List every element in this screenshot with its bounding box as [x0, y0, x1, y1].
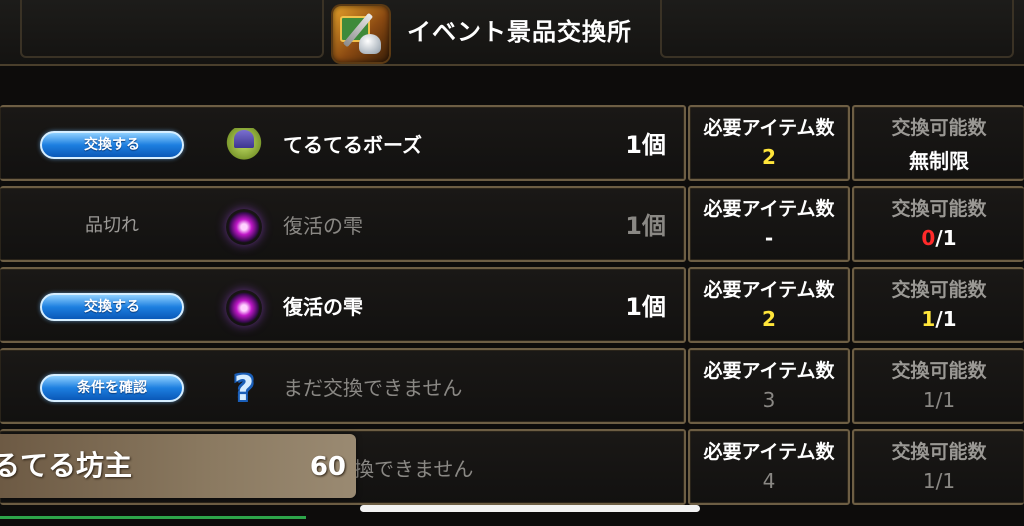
exchange-row: 品切れ 復活の雫 1個 必要アイテム数 - 交換可能数 0/1	[0, 186, 1024, 262]
item-name: てるてるボーズ	[283, 133, 422, 157]
owned-item-popup: るてる坊主 60	[0, 434, 356, 498]
exchange-limit-value: 無制限	[909, 149, 969, 173]
home-indicator[interactable]	[360, 505, 700, 512]
item-name: 復活の雫	[283, 214, 363, 238]
required-items-cell: 必要アイテム数 -	[688, 186, 850, 262]
exchange-limit-cell: 交換可能数 無制限	[852, 105, 1024, 181]
header-frame-left	[20, 0, 324, 58]
teru-teru-bozu-icon	[226, 128, 262, 164]
item-name: 換できません	[354, 457, 474, 481]
revival-drop-icon	[226, 290, 262, 326]
required-items-label: 必要アイテム数	[703, 198, 835, 220]
owned-item-count: 60	[309, 452, 346, 482]
exchange-limit-cell: 交換可能数 0/1	[852, 186, 1024, 262]
required-items-value: 3	[762, 388, 776, 412]
exchange-used-count: 1	[921, 307, 936, 331]
item-name: 復活の雫	[283, 295, 363, 319]
required-items-cell: 必要アイテム数 4	[688, 429, 850, 505]
item-quantity: 1個	[625, 131, 666, 159]
required-items-label: 必要アイテム数	[703, 117, 835, 139]
exchange-limit-value: 1/1	[922, 388, 956, 412]
exchange-limit-label: 交換可能数	[891, 117, 987, 139]
exchange-row: 交換する てるてるボーズ 1個 必要アイテム数 2 交換可能数 無制限	[0, 105, 1024, 181]
required-items-cell: 必要アイテム数 3	[688, 348, 850, 424]
exchange-limit-cell: 交換可能数 1/1	[852, 429, 1024, 505]
header-frame-right	[660, 0, 1014, 58]
exchange-limit-value: 1/1	[854, 307, 1024, 331]
owned-item-name: るてる坊主	[0, 449, 133, 482]
required-items-label: 必要アイテム数	[703, 441, 835, 463]
exchange-limit-label: 交換可能数	[891, 198, 987, 220]
exchange-limit-value: 0/1	[854, 226, 1024, 250]
required-items-cell: 必要アイテム数 2	[688, 267, 850, 343]
exchange-total-count: /1	[935, 226, 957, 250]
exchange-used-count: 0	[921, 226, 936, 250]
required-items-value: 4	[762, 469, 776, 493]
sold-out-label: 品切れ	[85, 215, 139, 236]
required-items-cell: 必要アイテム数 2	[688, 105, 850, 181]
event-shop-icon	[333, 6, 389, 62]
exchange-limit-label: 交換可能数	[891, 279, 987, 301]
exchange-limit-value: 1/1	[922, 469, 956, 493]
page-title: イベント景品交換所	[407, 18, 632, 46]
item-cell: 条件を確認 ? まだ交換できません	[0, 348, 686, 424]
helmet-icon	[359, 34, 381, 54]
exchange-row: 交換する 復活の雫 1個 必要アイテム数 2 交換可能数 1/1	[0, 267, 1024, 343]
required-items-value: 2	[762, 145, 776, 169]
required-items-value: 2	[762, 307, 776, 331]
check-conditions-button[interactable]: 条件を確認	[40, 374, 184, 402]
revival-drop-icon	[226, 209, 262, 245]
required-items-label: 必要アイテム数	[703, 360, 835, 382]
exchange-total-count: /1	[935, 307, 957, 331]
item-cell: 交換する てるてるボーズ 1個	[0, 105, 686, 181]
progress-line	[0, 516, 306, 519]
exchange-limit-cell: 交換可能数 1/1	[852, 267, 1024, 343]
required-items-value: -	[764, 226, 774, 250]
exchange-limit-label: 交換可能数	[891, 441, 987, 463]
item-cell: 品切れ 復活の雫 1個	[0, 186, 686, 262]
item-cell: 交換する 復活の雫 1個	[0, 267, 686, 343]
exchange-limit-label: 交換可能数	[891, 360, 987, 382]
item-name: まだ交換できません	[283, 376, 463, 400]
header-bar: イベント景品交換所	[0, 0, 1024, 66]
required-items-label: 必要アイテム数	[703, 279, 835, 301]
question-mark-icon: ?	[234, 369, 254, 409]
exchange-button[interactable]: 交換する	[40, 131, 184, 159]
exchange-limit-cell: 交換可能数 1/1	[852, 348, 1024, 424]
exchange-button[interactable]: 交換する	[40, 293, 184, 321]
item-quantity: 1個	[625, 293, 666, 321]
item-quantity: 1個	[625, 212, 666, 240]
exchange-row: 条件を確認 ? まだ交換できません 必要アイテム数 3 交換可能数 1/1	[0, 348, 1024, 424]
